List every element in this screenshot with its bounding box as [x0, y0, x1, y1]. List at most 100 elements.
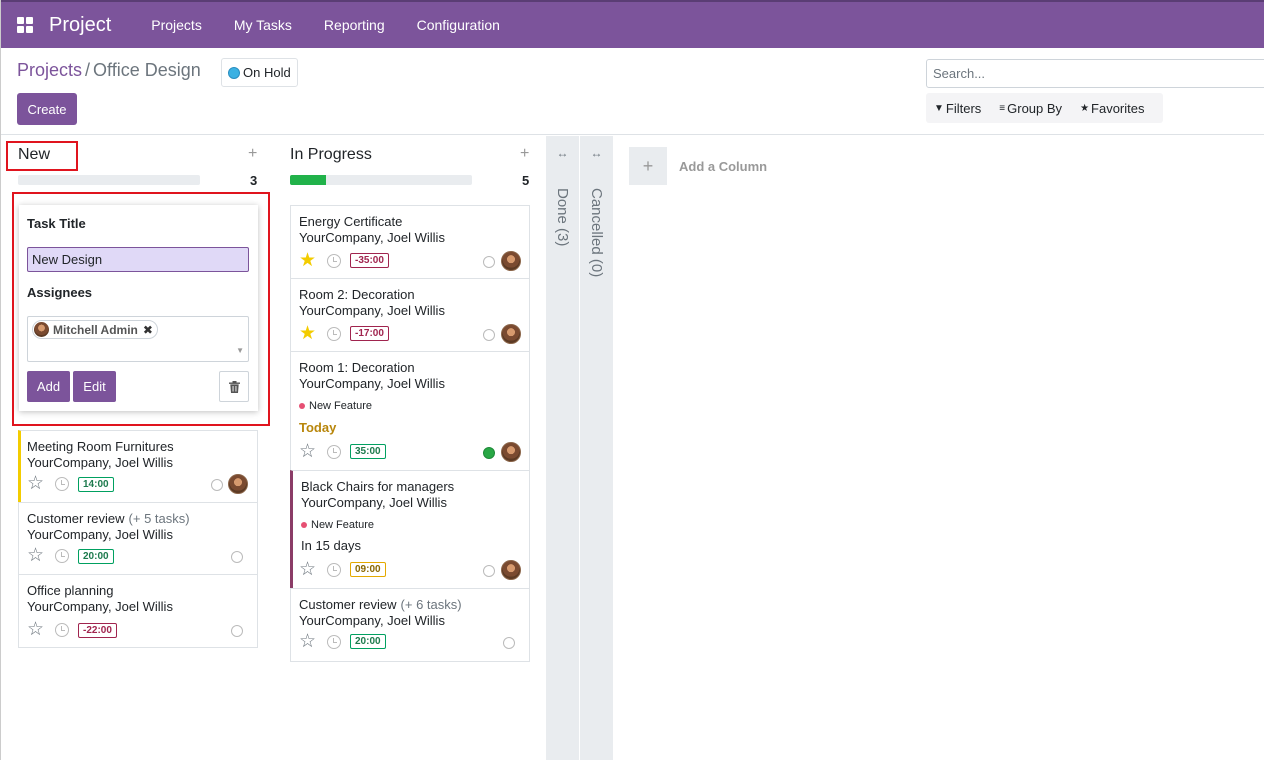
apps-menu-icon[interactable]: [17, 17, 33, 33]
add-column-label[interactable]: Add a Column: [679, 159, 767, 174]
clock-icon[interactable]: [327, 563, 341, 577]
control-panel: Projects / Office Design On Hold Create …: [1, 48, 1264, 135]
task-company: YourCompany, Joel Willis: [299, 376, 445, 391]
clock-icon[interactable]: [55, 623, 69, 637]
task-card[interactable]: Customer review (+ 6 tasks) YourCompany, …: [290, 588, 530, 662]
kanban-state-icon[interactable]: [231, 625, 243, 637]
column-progress-bar[interactable]: [290, 175, 472, 185]
highlight-quick-create: [12, 192, 270, 426]
clock-icon[interactable]: [327, 635, 341, 649]
kanban-state-icon[interactable]: [503, 637, 515, 649]
planned-hours-badge: 20:00: [78, 549, 114, 564]
task-card[interactable]: Customer review (+ 5 tasks) YourCompany, …: [18, 502, 258, 575]
list-icon: ≡: [999, 102, 1006, 114]
kanban-state-icon[interactable]: [211, 479, 223, 491]
task-company: YourCompany, Joel Willis: [299, 303, 445, 318]
breadcrumb-separator: /: [85, 60, 91, 80]
planned-hours-badge: 20:00: [350, 634, 386, 649]
clock-icon[interactable]: [55, 549, 69, 563]
task-title: Room 2: Decoration: [299, 287, 415, 302]
task-title: Energy Certificate: [299, 214, 403, 229]
column-count: 3: [250, 173, 258, 188]
menu-configuration[interactable]: Configuration: [401, 17, 516, 33]
kanban-state-icon[interactable]: [231, 551, 243, 563]
avatar[interactable]: [501, 324, 521, 344]
quick-add-icon[interactable]: +: [248, 145, 257, 163]
group-by-label: Group By: [1007, 100, 1063, 116]
task-title: Customer review (+ 6 tasks): [299, 597, 462, 612]
add-column-button[interactable]: +: [629, 147, 667, 185]
filter-icon: ▼: [934, 102, 944, 114]
group-by-button[interactable]: ≡ Group By: [999, 101, 1062, 116]
create-button[interactable]: Create: [17, 93, 77, 125]
star-icon[interactable]: ☆: [27, 546, 44, 565]
breadcrumb-projects[interactable]: Projects: [17, 60, 82, 81]
favorites-button[interactable]: ★ Favorites: [1080, 101, 1144, 116]
task-title: Office planning: [27, 583, 114, 598]
planned-hours-badge: 35:00: [350, 444, 386, 459]
star-icon[interactable]: ★: [299, 251, 316, 270]
task-company: YourCompany, Joel Willis: [299, 613, 445, 628]
quick-add-icon[interactable]: +: [520, 145, 529, 163]
column-count: 5: [522, 173, 530, 188]
column-title-in-progress[interactable]: In Progress: [290, 146, 372, 164]
app-title[interactable]: Project: [49, 14, 111, 37]
folded-column-title: Cancelled (0): [588, 188, 605, 278]
kanban-state-icon[interactable]: [483, 447, 495, 459]
menu-my-tasks[interactable]: My Tasks: [218, 17, 308, 33]
task-card[interactable]: Room 1: Decoration YourCompany, Joel Wil…: [290, 351, 530, 471]
task-card[interactable]: Room 2: Decoration YourCompany, Joel Wil…: [290, 278, 530, 352]
unfold-icon[interactable]: ↔: [580, 146, 613, 160]
star-icon: ★: [1080, 102, 1090, 114]
deadline-label: Today: [299, 420, 337, 435]
project-status-button[interactable]: On Hold: [221, 58, 298, 87]
folded-column-done[interactable]: ↔ Done (3): [546, 136, 579, 760]
tag-new-feature: New Feature: [301, 519, 374, 531]
folded-column-cancelled[interactable]: ↔ Cancelled (0): [580, 136, 613, 760]
task-card[interactable]: Meeting Room Furnitures YourCompany, Joe…: [18, 430, 258, 503]
task-company: YourCompany, Joel Willis: [301, 495, 447, 510]
kanban-state-icon[interactable]: [483, 256, 495, 268]
clock-icon[interactable]: [55, 477, 69, 491]
task-title: Customer review (+ 5 tasks): [27, 511, 190, 526]
kanban-state-icon[interactable]: [483, 565, 495, 577]
breadcrumb-current: Office Design: [93, 60, 201, 80]
kanban-state-icon[interactable]: [483, 329, 495, 341]
task-company: YourCompany, Joel Willis: [299, 230, 445, 245]
star-icon[interactable]: ☆: [27, 620, 44, 639]
task-company: YourCompany, Joel Willis: [27, 527, 173, 542]
planned-hours-badge: -17:00: [350, 326, 389, 341]
folded-column-title: Done (3): [554, 188, 571, 247]
project-status-label: On Hold: [243, 65, 291, 80]
star-icon[interactable]: ☆: [299, 442, 316, 461]
planned-hours-badge: 09:00: [350, 562, 386, 577]
menu-projects[interactable]: Projects: [135, 17, 218, 33]
star-icon[interactable]: ☆: [27, 474, 44, 493]
menu-reporting[interactable]: Reporting: [308, 17, 401, 33]
star-icon[interactable]: ☆: [299, 632, 316, 651]
highlight-column-title: [6, 141, 78, 171]
task-card[interactable]: Energy Certificate YourCompany, Joel Wil…: [290, 205, 530, 279]
deadline-label: In 15 days: [301, 538, 361, 553]
unfold-icon[interactable]: ↔: [546, 146, 579, 160]
clock-icon[interactable]: [327, 254, 341, 268]
column-progress-bar[interactable]: [18, 175, 200, 185]
task-card[interactable]: Black Chairs for managers YourCompany, J…: [290, 470, 530, 589]
search-input[interactable]: [926, 59, 1264, 88]
favorites-label: Favorites: [1091, 100, 1145, 116]
task-card[interactable]: Office planning YourCompany, Joel Willis…: [18, 574, 258, 648]
filters-button[interactable]: ▼ Filters: [934, 101, 981, 116]
planned-hours-badge: -35:00: [350, 253, 389, 268]
star-icon[interactable]: ☆: [299, 560, 316, 579]
breadcrumb: Projects / Office Design: [17, 60, 201, 81]
avatar[interactable]: [501, 560, 521, 580]
clock-icon[interactable]: [327, 327, 341, 341]
avatar[interactable]: [501, 442, 521, 462]
planned-hours-badge: -22:00: [78, 623, 117, 638]
tag-new-feature: New Feature: [299, 400, 372, 412]
planned-hours-badge: 14:00: [78, 477, 114, 492]
star-icon[interactable]: ★: [299, 324, 316, 343]
avatar[interactable]: [501, 251, 521, 271]
clock-icon[interactable]: [327, 445, 341, 459]
avatar[interactable]: [228, 474, 248, 494]
